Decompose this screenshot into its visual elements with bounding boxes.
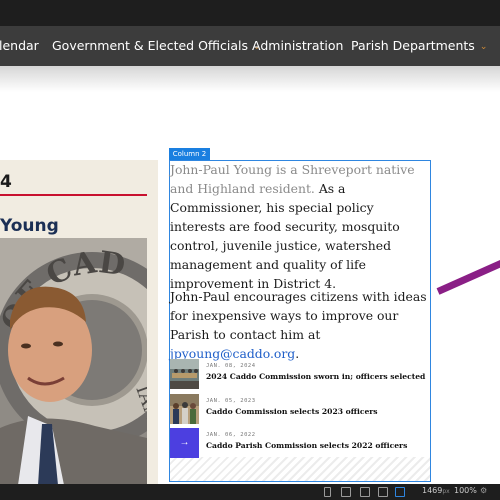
browser-top-bar	[0, 0, 500, 26]
news-date: JAN. 06, 2022	[206, 432, 256, 438]
news-title[interactable]: Caddo Commission selects 2023 officers	[206, 407, 378, 416]
news-item[interactable]: JAN. 08, 2024 2024 Caddo Commission swor…	[170, 359, 428, 389]
nav-item-calendar[interactable]: lendar	[0, 26, 39, 66]
news-thumbnail	[170, 394, 199, 424]
news-title[interactable]: Caddo Parish Commission selects 2022 off…	[206, 441, 407, 450]
nav-shadow	[0, 66, 500, 92]
nav-item-label: Government & Elected Officials	[52, 38, 248, 53]
canvas-width-readout: 1469px	[422, 486, 450, 495]
laptop-icon[interactable]	[378, 487, 388, 497]
zoom-level[interactable]: 100%	[454, 486, 477, 495]
news-title[interactable]: 2024 Caddo Commission sworn in; officers…	[206, 372, 425, 381]
arrow-right-icon: →	[170, 428, 199, 458]
nav-item-label: Parish Departments	[351, 38, 475, 53]
nav-item-label: Administration	[252, 38, 344, 53]
news-date: JAN. 05, 2023	[206, 398, 256, 404]
bio-interests-text: As a Commissioner, his special policy in…	[170, 181, 400, 291]
chevron-down-icon: ⌄	[479, 42, 488, 52]
column-label-tag[interactable]: Column 2	[169, 148, 210, 160]
nav-item-government[interactable]: Government & Elected Officials ⌄	[52, 26, 261, 66]
gear-icon[interactable]: ⚙	[480, 486, 487, 495]
news-item[interactable]: → JAN. 06, 2022 Caddo Parish Commission …	[170, 428, 428, 458]
bio-intro-text: John-Paul Young is a Shreveport native a…	[170, 162, 415, 196]
commissioner-name: Young	[0, 216, 59, 236]
nav-item-administration[interactable]: Administration	[252, 26, 343, 66]
district-heading: 4	[0, 172, 12, 192]
bio-paragraph-1: John-Paul Young is a Shreveport native a…	[170, 160, 432, 293]
desktop-icon[interactable]	[395, 487, 405, 497]
tablet-landscape-icon[interactable]	[341, 487, 351, 497]
decorative-slash	[436, 255, 500, 295]
bio-contact-text: John-Paul encourages citizens with ideas…	[170, 289, 427, 342]
mobile-icon[interactable]	[324, 487, 331, 497]
news-item[interactable]: JAN. 05, 2023 Caddo Commission selects 2…	[170, 394, 428, 424]
main-navigation: lendar Government & Elected Officials ⌄ A…	[0, 26, 500, 66]
bio-paragraph-2: John-Paul encourages citizens with ideas…	[170, 289, 427, 361]
nav-item-parish-departments[interactable]: Parish Departments ⌄	[351, 26, 487, 66]
news-thumbnail	[170, 359, 199, 389]
commissioner-portrait: OF CADDO IANA	[0, 238, 147, 485]
editor-status-bar: 1469px 100% ⚙	[0, 484, 500, 500]
nav-item-label: lendar	[0, 38, 39, 53]
column-padding-area	[170, 457, 430, 481]
tablet-icon[interactable]	[360, 487, 370, 497]
news-date: JAN. 08, 2024	[206, 363, 256, 369]
heading-underline	[0, 194, 147, 196]
